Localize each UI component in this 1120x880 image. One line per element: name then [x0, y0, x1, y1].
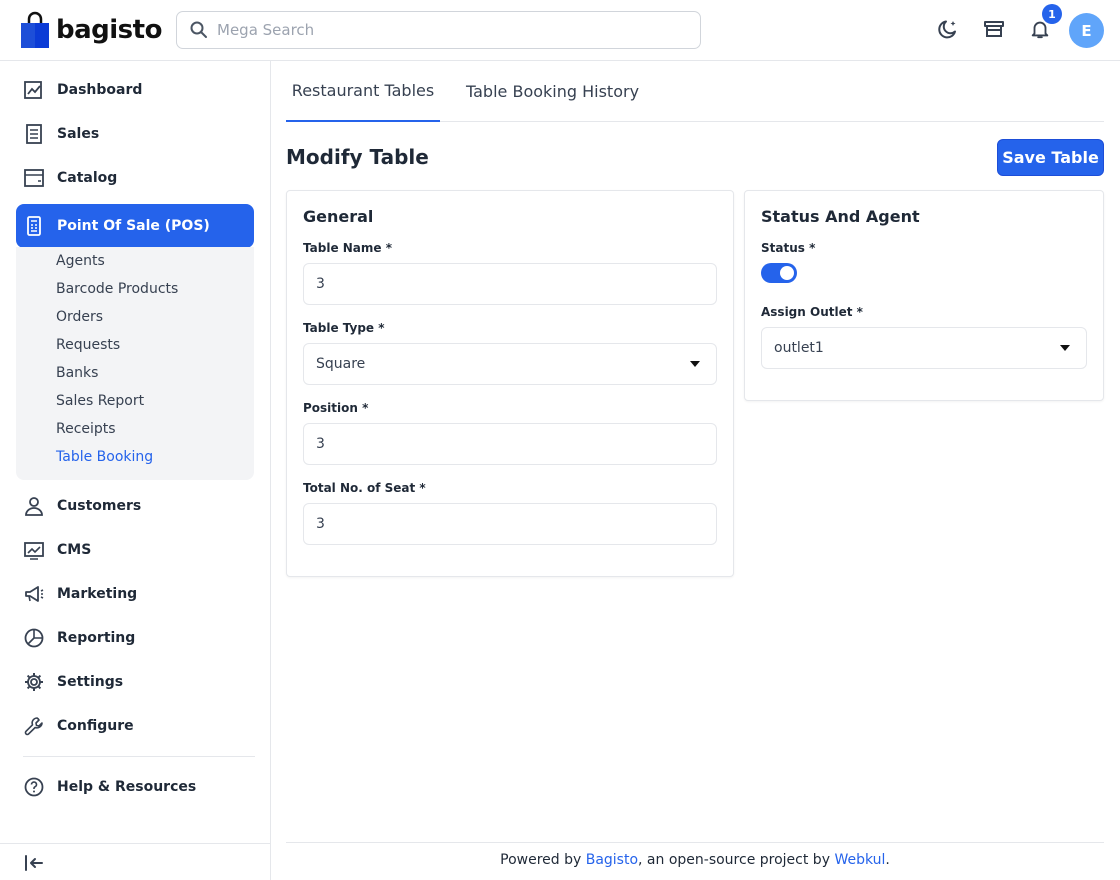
store-icon [984, 21, 1004, 37]
status-agent-card: Status And Agent Status * Assign Outlet … [744, 190, 1104, 401]
footer-divider [286, 842, 1104, 843]
toggle-knob [780, 266, 794, 280]
footer-middle: , an open-source project by [638, 852, 835, 868]
submenu-item-receipts[interactable]: Receipts [56, 421, 116, 437]
page-tabs: Restaurant Tables Table Booking History [286, 61, 1104, 122]
sidebar-item-label: Customers [57, 498, 142, 514]
status-toggle[interactable] [761, 263, 797, 283]
sidebar-item-help[interactable]: Help & Resources [16, 765, 254, 809]
seats-field[interactable]: 3 [303, 503, 717, 545]
position-field[interactable]: 3 [303, 423, 717, 465]
catalog-icon [24, 169, 44, 187]
sidebar: Dashboard Sales Catalog Point Of Sale (P… [0, 61, 271, 880]
sidebar-item-label: Marketing [57, 586, 138, 602]
submenu-item-agents[interactable]: Agents [56, 253, 105, 269]
status-label: Status * [761, 241, 816, 255]
sidebar-item-label: Sales [57, 126, 100, 142]
sidebar-item-label: Reporting [57, 630, 136, 646]
sidebar-item-marketing[interactable]: Marketing [16, 572, 254, 616]
footer: Powered by Bagisto, an open-source proje… [286, 852, 1104, 868]
search-icon [190, 21, 207, 38]
wrench-icon [24, 717, 43, 736]
sidebar-item-label: Dashboard [57, 82, 143, 98]
sidebar-item-label: CMS [57, 542, 92, 558]
collapse-sidebar-icon[interactable] [23, 853, 45, 873]
submenu-item-orders[interactable]: Orders [56, 309, 103, 325]
table-name-field[interactable]: 3 [303, 263, 717, 305]
storefront-link[interactable] [981, 16, 1007, 42]
sidebar-item-cms[interactable]: CMS [16, 528, 254, 572]
mega-search[interactable] [176, 11, 701, 49]
webkul-link[interactable]: Webkul [834, 852, 885, 868]
search-input[interactable] [217, 21, 677, 39]
submenu-item-banks[interactable]: Banks [56, 365, 98, 381]
sidebar-collapse-area [0, 843, 270, 880]
user-avatar[interactable]: E [1069, 13, 1104, 48]
brand-logo[interactable]: bagisto [20, 10, 162, 50]
user-icon [25, 497, 43, 516]
sidebar-item-label: Help & Resources [57, 779, 197, 795]
gear-icon [25, 673, 43, 691]
moon-icon [938, 20, 956, 39]
shopping-bag-icon [21, 11, 49, 48]
chevron-down-icon [690, 361, 700, 367]
seats-value: 3 [316, 516, 325, 532]
chevron-down-icon [1060, 345, 1070, 351]
position-label: Position * [303, 401, 369, 415]
table-name-value: 3 [316, 276, 325, 292]
brand-name: bagisto [56, 15, 162, 45]
sidebar-item-settings[interactable]: Settings [16, 660, 254, 704]
save-table-button[interactable]: Save Table [997, 139, 1104, 176]
table-type-select[interactable]: Square [303, 343, 717, 385]
sidebar-item-dashboard[interactable]: Dashboard [16, 68, 254, 112]
sidebar-item-sales[interactable]: Sales [16, 112, 254, 156]
sidebar-item-label: Configure [57, 718, 134, 734]
sidebar-item-label: Catalog [57, 170, 118, 186]
footer-suffix: . [885, 852, 890, 868]
submenu-item-requests[interactable]: Requests [56, 337, 120, 353]
sidebar-divider [23, 756, 255, 757]
top-header: bagisto 1 E [0, 0, 1120, 61]
table-type-label: Table Type * [303, 321, 385, 335]
position-value: 3 [316, 436, 325, 452]
sidebar-item-reporting[interactable]: Reporting [16, 616, 254, 660]
sidebar-item-pos[interactable]: Point Of Sale (POS) [16, 204, 254, 248]
sidebar-item-customers[interactable]: Customers [16, 484, 254, 528]
submenu-item-barcode-products[interactable]: Barcode Products [56, 281, 178, 297]
receipt-icon [26, 124, 42, 144]
general-card-title: General [303, 207, 374, 226]
page-title: Modify Table [286, 145, 429, 169]
cms-icon [24, 542, 44, 560]
pos-terminal-icon [27, 216, 41, 236]
assign-outlet-value: outlet1 [774, 340, 824, 356]
submenu-item-sales-report[interactable]: Sales Report [56, 393, 144, 409]
help-icon [24, 777, 44, 797]
table-type-value: Square [316, 356, 366, 372]
bagisto-link[interactable]: Bagisto [586, 852, 638, 868]
sidebar-item-configure[interactable]: Configure [16, 704, 254, 748]
table-name-label: Table Name * [303, 241, 392, 255]
notification-count-badge: 1 [1042, 4, 1062, 24]
megaphone-icon [25, 586, 44, 602]
pos-submenu: Agents Barcode Products Orders Requests … [16, 247, 254, 480]
assign-outlet-select[interactable]: outlet1 [761, 327, 1087, 369]
status-agent-card-title: Status And Agent [761, 207, 920, 226]
footer-prefix: Powered by [500, 852, 586, 868]
sidebar-item-label: Point Of Sale (POS) [57, 218, 210, 234]
sidebar-item-label: Settings [57, 674, 124, 690]
seats-label: Total No. of Seat * [303, 481, 426, 495]
assign-outlet-label: Assign Outlet * [761, 305, 863, 319]
tab-restaurant-tables[interactable]: Restaurant Tables [286, 61, 440, 122]
pie-chart-icon [24, 628, 44, 648]
tab-table-booking-history[interactable]: Table Booking History [466, 61, 639, 121]
sidebar-item-catalog[interactable]: Catalog [16, 156, 254, 200]
dashboard-icon [24, 81, 42, 99]
dark-mode-toggle[interactable] [935, 16, 961, 42]
submenu-item-table-booking[interactable]: Table Booking [56, 449, 153, 465]
general-card: General Table Name * 3 Table Type * Squa… [286, 190, 734, 577]
